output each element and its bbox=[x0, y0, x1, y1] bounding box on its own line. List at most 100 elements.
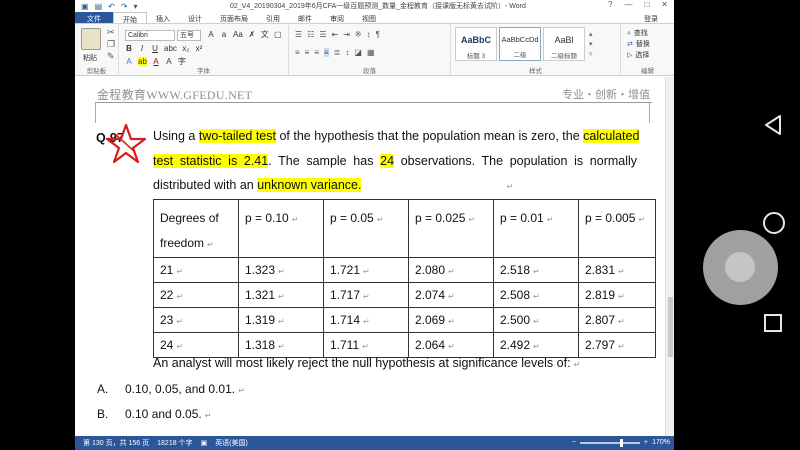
table-cell: 21 ↵ bbox=[153, 257, 239, 283]
align-center-icon[interactable]: ≡ bbox=[305, 48, 310, 57]
home-icon[interactable] bbox=[763, 212, 785, 234]
style-name: 二级 bbox=[513, 52, 527, 59]
style-level2-heading[interactable]: AaBl 二级标题 bbox=[543, 27, 585, 61]
borders-icon[interactable]: ▦ bbox=[367, 48, 375, 57]
align-left-icon[interactable]: ≡ bbox=[295, 48, 300, 57]
tab-references[interactable]: 引用 bbox=[257, 12, 289, 23]
table-header-row: Degrees of freedom ↵ p = 0.10 ↵ p = 0.05 ↵ … bbox=[153, 199, 656, 258]
recent-apps-icon[interactable] bbox=[764, 314, 782, 332]
style-level2[interactable]: AaBbCcDd 二级 bbox=[499, 27, 541, 61]
login-link[interactable]: 登录 bbox=[644, 14, 658, 24]
tab-insert[interactable]: 插入 bbox=[147, 12, 179, 23]
language[interactable]: 英语(美国) bbox=[215, 438, 248, 448]
clear-format-icon[interactable]: ✗ bbox=[248, 30, 256, 39]
font-name-select[interactable]: Calibri bbox=[125, 30, 175, 41]
format-painter-icon[interactable]: ✎ bbox=[107, 51, 115, 62]
chinese-layout-icon[interactable]: ※ bbox=[355, 30, 362, 39]
tab-home[interactable]: 开始 bbox=[113, 12, 147, 24]
vertical-scrollbar[interactable] bbox=[665, 77, 674, 436]
distributed-icon[interactable]: ≣ bbox=[334, 48, 341, 57]
table-header-cell: p = 0.025 ↵ bbox=[408, 199, 494, 258]
redo-icon[interactable]: ↷ bbox=[121, 2, 128, 11]
line-spacing-icon[interactable]: ↕ bbox=[345, 48, 349, 57]
shrink-font-icon[interactable]: a bbox=[220, 30, 228, 39]
show-marks-icon[interactable]: ¶ bbox=[376, 30, 380, 39]
numbering-icon[interactable]: ☷ bbox=[307, 30, 314, 39]
tab-file[interactable]: 文件 bbox=[75, 12, 113, 23]
subscript-icon[interactable]: x₂ bbox=[182, 44, 190, 53]
option-a[interactable]: A. 0.10, 0.05, and 0.01. ↵ bbox=[97, 382, 245, 396]
close-button[interactable]: ✕ bbox=[661, 0, 668, 9]
font-group-label: 字体 bbox=[197, 68, 210, 75]
page-count[interactable]: 第 130 页，共 156 页 bbox=[83, 438, 149, 448]
table-cell: 2.518 ↵ bbox=[493, 257, 579, 283]
char-border-icon[interactable]: ▢ bbox=[274, 30, 282, 39]
change-case-icon[interactable]: Aa bbox=[233, 30, 243, 39]
zoom-out-icon[interactable]: − bbox=[572, 439, 576, 446]
tab-mailings[interactable]: 邮件 bbox=[289, 12, 321, 23]
bullets-icon[interactable]: ☰ bbox=[295, 30, 302, 39]
font-size-select[interactable]: 五号 bbox=[177, 30, 201, 41]
phonetic-icon[interactable]: 文 bbox=[261, 29, 269, 40]
underline-icon[interactable]: U bbox=[151, 44, 159, 53]
replace-button[interactable]: ⇄ 替换 bbox=[627, 39, 650, 49]
copy-icon[interactable]: ❐ bbox=[107, 39, 115, 50]
title-bar: ▣ ▤ ↶ ↷ ▾ 02_V4_20190304_2019年6月CFA一级百题预… bbox=[75, 0, 674, 12]
zoom-in-icon[interactable]: + bbox=[644, 439, 648, 446]
style-heading3[interactable]: AaBbC 标题 3 bbox=[455, 27, 497, 61]
save-icon[interactable]: ▤ bbox=[95, 2, 103, 11]
decrease-indent-icon[interactable]: ⇤ bbox=[332, 30, 339, 39]
word-count[interactable]: 18218 个字 bbox=[157, 438, 192, 448]
grow-font-icon[interactable]: A bbox=[207, 30, 215, 39]
table-cell: 1.714 ↵ bbox=[323, 307, 409, 333]
style-name: 二级标题 bbox=[551, 53, 577, 60]
multilevel-list-icon[interactable]: ☰ bbox=[319, 30, 326, 39]
table-cell: 1.319 ↵ bbox=[238, 307, 324, 333]
tab-review[interactable]: 审阅 bbox=[321, 12, 353, 23]
floating-assistive-ball[interactable] bbox=[703, 230, 778, 305]
proofing-icon[interactable]: ▣ bbox=[201, 439, 208, 447]
zoom-slider-knob[interactable] bbox=[619, 438, 623, 447]
styles-scroll-icon[interactable]: ▴ ▾ ▿ bbox=[589, 30, 593, 60]
increase-indent-icon[interactable]: ⇥ bbox=[343, 30, 350, 39]
header-divider bbox=[95, 102, 652, 103]
page-header-right: 专业・创新・增值 bbox=[562, 89, 650, 101]
option-text: 0.10, 0.05, and 0.01. bbox=[125, 382, 236, 396]
find-button[interactable]: ⌕ 查找 bbox=[627, 28, 648, 38]
option-b[interactable]: B. 0.10 and 0.05. ↵ bbox=[97, 407, 211, 421]
paste-icon[interactable] bbox=[81, 28, 101, 50]
ribbon: 粘贴 ✂ ❐ ✎ 剪贴板 Calibri 五号 A a Aa ✗ 文 ▢ B I… bbox=[75, 24, 674, 76]
sort-icon[interactable]: ↕ bbox=[367, 30, 371, 39]
tab-view[interactable]: 视图 bbox=[353, 12, 385, 23]
zoom-slider[interactable] bbox=[579, 438, 640, 447]
back-icon[interactable] bbox=[762, 114, 784, 136]
floating-ball-center bbox=[725, 252, 755, 282]
zoom-level[interactable]: 170% bbox=[652, 439, 670, 446]
option-letter: B. bbox=[97, 407, 109, 421]
strikethrough-icon[interactable]: abc bbox=[164, 44, 177, 53]
cut-icon[interactable]: ✂ bbox=[107, 27, 115, 38]
minimize-button[interactable]: — bbox=[624, 0, 632, 9]
undo-icon[interactable]: ↶ bbox=[108, 2, 115, 11]
justify-icon[interactable]: ≡ bbox=[324, 48, 329, 57]
tab-design[interactable]: 设计 bbox=[179, 12, 211, 23]
help-button[interactable]: ? bbox=[608, 0, 612, 9]
shading-icon[interactable]: ◪ bbox=[354, 48, 362, 57]
document-area[interactable]: 金程教育WWW.GFEDU.NET 专业・创新・增值 Q-97 Using a … bbox=[75, 77, 674, 436]
table-cell: 2.807 ↵ bbox=[578, 307, 656, 333]
paragraph-mark-icon: ↵ bbox=[506, 182, 514, 191]
bold-icon[interactable]: B bbox=[125, 44, 133, 53]
tab-layout[interactable]: 页面布局 bbox=[211, 12, 257, 23]
align-right-icon[interactable]: ≡ bbox=[314, 48, 319, 57]
paste-button[interactable]: 粘贴 bbox=[83, 53, 97, 63]
select-button[interactable]: ▷ 选择 bbox=[627, 50, 649, 60]
superscript-icon[interactable]: x² bbox=[195, 44, 203, 53]
styles-group-label: 样式 bbox=[529, 68, 542, 75]
italic-icon[interactable]: I bbox=[138, 44, 146, 53]
scrollbar-thumb[interactable] bbox=[668, 297, 673, 357]
list-tools: ☰ ☷ ☰ ⇤ ⇥ ※ ↕ ¶ bbox=[295, 30, 380, 39]
table-cell: 1.323 ↵ bbox=[238, 257, 324, 283]
table-cell: 2.500 ↵ bbox=[493, 307, 579, 333]
maximize-button[interactable]: □ bbox=[644, 0, 649, 9]
customize-qat-icon[interactable]: ▾ bbox=[134, 2, 138, 11]
